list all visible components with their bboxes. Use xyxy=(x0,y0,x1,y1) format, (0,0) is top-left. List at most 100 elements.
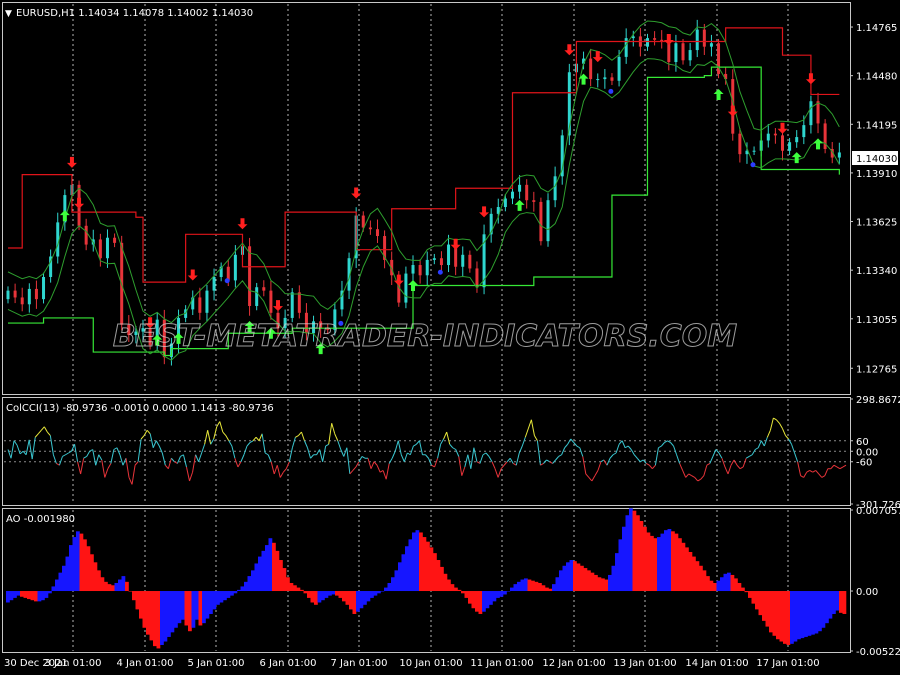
cci-segment xyxy=(322,445,327,462)
cci-segment xyxy=(585,473,590,478)
cci-pane[interactable] xyxy=(4,417,848,485)
x-tick-label: 10 Jan 01:00 xyxy=(399,658,462,669)
cci-segment xyxy=(470,447,475,469)
ao-bar xyxy=(97,570,101,592)
cci-segment xyxy=(654,447,659,466)
cci-segment xyxy=(779,423,783,429)
cci-segment xyxy=(455,449,460,457)
ao-bar xyxy=(639,520,644,592)
cci-segment xyxy=(540,463,544,466)
cci-segment xyxy=(479,454,484,464)
ao-bar xyxy=(188,591,192,632)
ao-bar xyxy=(303,591,308,594)
ao-bar xyxy=(261,550,266,592)
ao-bar xyxy=(429,547,434,592)
cci-segment xyxy=(34,433,39,438)
candle-body xyxy=(674,43,678,63)
ao-bar xyxy=(338,591,343,598)
cci-segment xyxy=(812,470,816,473)
candle-body xyxy=(34,288,38,300)
ao-bar xyxy=(146,591,150,635)
candle-body xyxy=(795,137,799,143)
y-tick-label: 298.8672 xyxy=(856,395,900,406)
y-tick-label: 1.13625 xyxy=(856,218,897,229)
cci-segment xyxy=(748,454,753,457)
sell-arrow-icon xyxy=(663,34,674,46)
ao-bar xyxy=(793,591,798,642)
ao-bar xyxy=(275,550,280,592)
x-tick-label: 5 Jan 01:00 xyxy=(188,658,245,669)
cci-segment xyxy=(533,435,538,442)
ao-bar xyxy=(583,568,588,592)
candle-body xyxy=(13,290,17,298)
candle-body xyxy=(20,297,24,305)
cci-segment xyxy=(449,443,454,449)
ao-bar xyxy=(415,530,420,592)
ao-bar xyxy=(559,570,563,592)
ao-pane[interactable] xyxy=(6,508,847,649)
cci-segment xyxy=(379,470,384,473)
ao-bar xyxy=(601,578,605,592)
cci-segment xyxy=(794,452,799,462)
ao-bar xyxy=(104,581,108,592)
y-tick-label: 0.00 xyxy=(856,587,878,598)
cci-segment xyxy=(182,454,187,468)
cci-segment xyxy=(204,430,209,445)
ao-bar xyxy=(384,587,388,592)
cci-segment xyxy=(394,440,399,452)
cci-segment xyxy=(700,475,705,480)
sell-arrow-icon xyxy=(450,238,461,250)
cci-segment xyxy=(458,456,463,476)
cci-segment xyxy=(240,454,245,462)
ao-bar xyxy=(842,591,847,614)
cci-segment xyxy=(694,477,699,482)
candle-body xyxy=(361,215,365,228)
cci-pane-title: ColCCI(13) -80.9736 -0.0010 0.0000 1.141… xyxy=(6,403,274,414)
ao-bar xyxy=(772,591,777,636)
cci-segment xyxy=(809,470,813,473)
cci-segment xyxy=(310,454,314,459)
ao-bar xyxy=(618,539,623,592)
ao-bar xyxy=(167,591,171,637)
cci-segment xyxy=(754,447,759,450)
cci-segment xyxy=(751,449,756,455)
price-pane[interactable] xyxy=(6,19,841,366)
ao-bar xyxy=(800,591,805,639)
cci-segment xyxy=(633,454,638,459)
ao-bar xyxy=(359,591,364,609)
cci-segment xyxy=(582,456,587,475)
y-tick-label: 1.13910 xyxy=(856,169,897,180)
ao-bar xyxy=(345,591,350,605)
cci-segment xyxy=(733,459,738,466)
cci-segment xyxy=(195,454,200,462)
cci-segment xyxy=(349,470,354,475)
ao-bar xyxy=(307,591,311,598)
cci-segment xyxy=(676,454,681,464)
ao-bar xyxy=(723,573,728,592)
ao-bar xyxy=(93,562,98,592)
cci-segment xyxy=(361,456,366,459)
buy-arrow-icon xyxy=(514,199,525,211)
ao-bar xyxy=(209,591,213,614)
ao-bar xyxy=(90,554,94,592)
cci-segment xyxy=(682,470,687,478)
cci-segment xyxy=(192,454,197,473)
cci-segment xyxy=(506,457,511,463)
ao-bar xyxy=(27,591,31,600)
cci-segment xyxy=(382,470,387,480)
cci-segment xyxy=(307,447,312,459)
cci-segment xyxy=(258,433,263,441)
cci-segment xyxy=(176,456,181,464)
cci-segment xyxy=(40,426,45,431)
ao-bar xyxy=(485,591,490,609)
ao-bar xyxy=(300,589,304,592)
cci-segment xyxy=(691,475,695,478)
cci-segment xyxy=(331,423,336,434)
cci-segment xyxy=(267,454,272,462)
ao-bar xyxy=(153,591,157,647)
ao-bar xyxy=(555,577,560,592)
ao-bar xyxy=(492,591,497,602)
ao-bar xyxy=(380,591,385,592)
ao-bar xyxy=(132,591,136,601)
ao-bar xyxy=(181,591,185,620)
